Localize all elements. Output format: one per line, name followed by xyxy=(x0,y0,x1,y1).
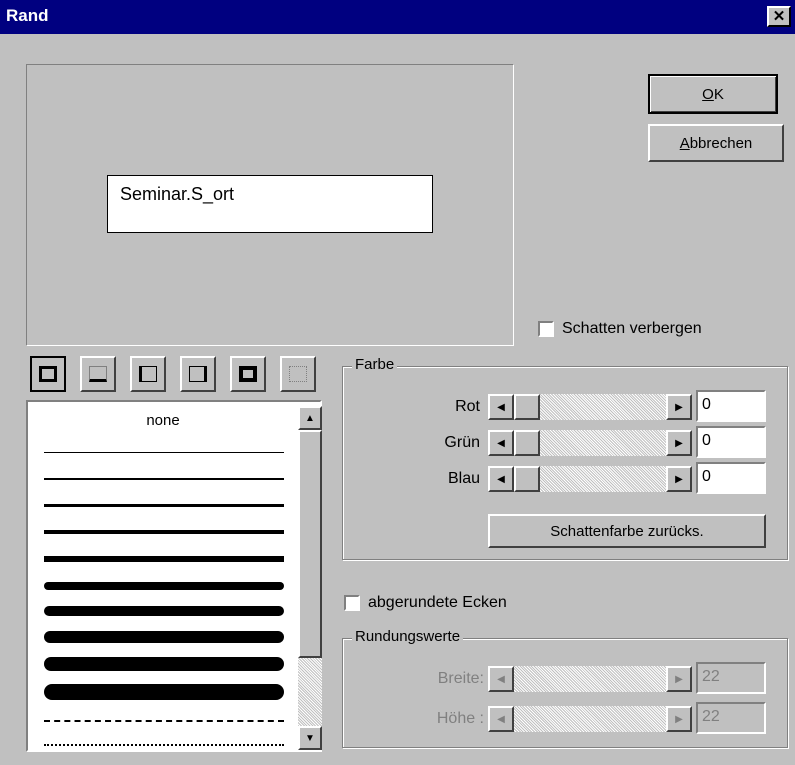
right-arrow-icon: ▶ xyxy=(675,713,683,725)
border-all-icon xyxy=(39,366,57,382)
height-scrollbar[interactable]: ◀ ▶ xyxy=(488,706,692,732)
line-style-item[interactable] xyxy=(44,452,284,453)
red-thumb[interactable] xyxy=(514,394,540,420)
height-value-field[interactable]: 22 xyxy=(696,702,766,734)
blue-scrollbar[interactable]: ◀ ▶ xyxy=(488,466,692,492)
red-label: Rot xyxy=(455,398,480,415)
ok-button[interactable]: OK xyxy=(648,74,778,114)
width-scrollbar[interactable]: ◀ ▶ xyxy=(488,666,692,692)
border-thick-icon xyxy=(239,366,257,382)
line-style-item[interactable] xyxy=(44,657,284,671)
width-right-button[interactable]: ▶ xyxy=(666,666,692,692)
close-icon: ✕ xyxy=(772,8,786,25)
blue-track[interactable] xyxy=(540,466,666,492)
width-track[interactable] xyxy=(514,666,666,692)
rounded-corners-checkbox[interactable]: abgerundete Ecken xyxy=(344,594,507,612)
right-arrow-icon: ▶ xyxy=(675,473,683,485)
left-arrow-icon: ◀ xyxy=(497,713,505,725)
border-bottom-button[interactable] xyxy=(80,356,116,392)
border-thick-button[interactable] xyxy=(230,356,266,392)
right-arrow-icon: ▶ xyxy=(675,437,683,449)
right-arrow-icon: ▶ xyxy=(675,401,683,413)
line-style-scrollbar[interactable]: ▲ ▼ xyxy=(298,406,322,750)
cancel-button[interactable]: Abbrechen xyxy=(648,124,784,162)
down-arrow-icon: ▼ xyxy=(305,732,315,744)
border-all-button[interactable] xyxy=(30,356,66,392)
line-style-item[interactable] xyxy=(44,556,284,562)
green-left-button[interactable]: ◀ xyxy=(488,430,514,456)
right-arrow-icon: ▶ xyxy=(675,673,683,685)
width-value-field[interactable]: 22 xyxy=(696,662,766,694)
scroll-thumb[interactable] xyxy=(298,430,322,658)
left-arrow-icon: ◀ xyxy=(497,401,505,413)
green-value-field[interactable]: 0 xyxy=(696,426,766,458)
width-left-button[interactable]: ◀ xyxy=(488,666,514,692)
blue-label: Blau xyxy=(447,470,480,487)
blue-thumb[interactable] xyxy=(514,466,540,492)
reset-shadow-color-button[interactable]: Schattenfarbe zurücks. xyxy=(488,514,766,548)
border-right-icon xyxy=(189,366,207,382)
border-right-button[interactable] xyxy=(180,356,216,392)
height-track[interactable] xyxy=(514,706,666,732)
green-right-button[interactable]: ▶ xyxy=(666,430,692,456)
left-arrow-icon: ◀ xyxy=(497,437,505,449)
line-style-item[interactable] xyxy=(44,720,284,722)
red-track[interactable] xyxy=(540,394,666,420)
border-none-icon xyxy=(289,366,307,382)
red-value-field[interactable]: 0 xyxy=(696,390,766,422)
line-style-item[interactable] xyxy=(44,631,284,643)
red-scrollbar[interactable]: ◀ ▶ xyxy=(488,394,692,420)
line-style-item[interactable] xyxy=(44,684,284,700)
list-item-none[interactable]: none xyxy=(28,412,298,429)
window-title: Rand xyxy=(6,6,49,25)
hide-shadow-checkbox[interactable]: Schatten verbergen xyxy=(538,320,702,338)
blue-left-button[interactable]: ◀ xyxy=(488,466,514,492)
rounded-corners-checkbox-box[interactable] xyxy=(344,595,360,611)
color-group-legend: Farbe xyxy=(352,356,398,373)
red-right-button[interactable]: ▶ xyxy=(666,394,692,420)
line-style-item[interactable] xyxy=(44,530,284,534)
scroll-track[interactable] xyxy=(298,658,322,726)
left-arrow-icon: ◀ xyxy=(497,473,505,485)
border-bottom-icon xyxy=(89,366,107,382)
blue-value-field[interactable]: 0 xyxy=(696,462,766,494)
scroll-up-button[interactable]: ▲ xyxy=(298,406,322,430)
preview-field: Seminar.S_ort xyxy=(107,175,433,233)
border-none-button[interactable] xyxy=(280,356,316,392)
green-track[interactable] xyxy=(540,430,666,456)
preview-area: Seminar.S_ort xyxy=(26,64,514,346)
up-arrow-icon: ▲ xyxy=(305,412,315,424)
line-style-item[interactable] xyxy=(44,606,284,616)
line-style-item[interactable] xyxy=(44,478,284,480)
line-style-item[interactable] xyxy=(44,504,284,507)
height-label: Höhe : xyxy=(436,710,484,727)
close-button[interactable]: ✕ xyxy=(767,6,791,27)
red-left-button[interactable]: ◀ xyxy=(488,394,514,420)
hide-shadow-checkbox-box[interactable] xyxy=(538,321,554,337)
title-bar: Rand ✕ xyxy=(0,0,795,34)
green-scrollbar[interactable]: ◀ ▶ xyxy=(488,430,692,456)
border-left-icon xyxy=(139,366,157,382)
border-left-button[interactable] xyxy=(130,356,166,392)
green-thumb[interactable] xyxy=(514,430,540,456)
left-arrow-icon: ◀ xyxy=(497,673,505,685)
green-label: Grün xyxy=(444,434,480,451)
height-left-button[interactable]: ◀ xyxy=(488,706,514,732)
width-label: Breite: xyxy=(437,670,484,687)
rounding-group-legend: Rundungswerte xyxy=(352,628,464,645)
scroll-down-button[interactable]: ▼ xyxy=(298,726,322,750)
line-style-item[interactable] xyxy=(44,582,284,590)
line-style-item[interactable] xyxy=(44,744,284,746)
blue-right-button[interactable]: ▶ xyxy=(666,466,692,492)
line-style-list[interactable]: none xyxy=(26,400,322,752)
height-right-button[interactable]: ▶ xyxy=(666,706,692,732)
